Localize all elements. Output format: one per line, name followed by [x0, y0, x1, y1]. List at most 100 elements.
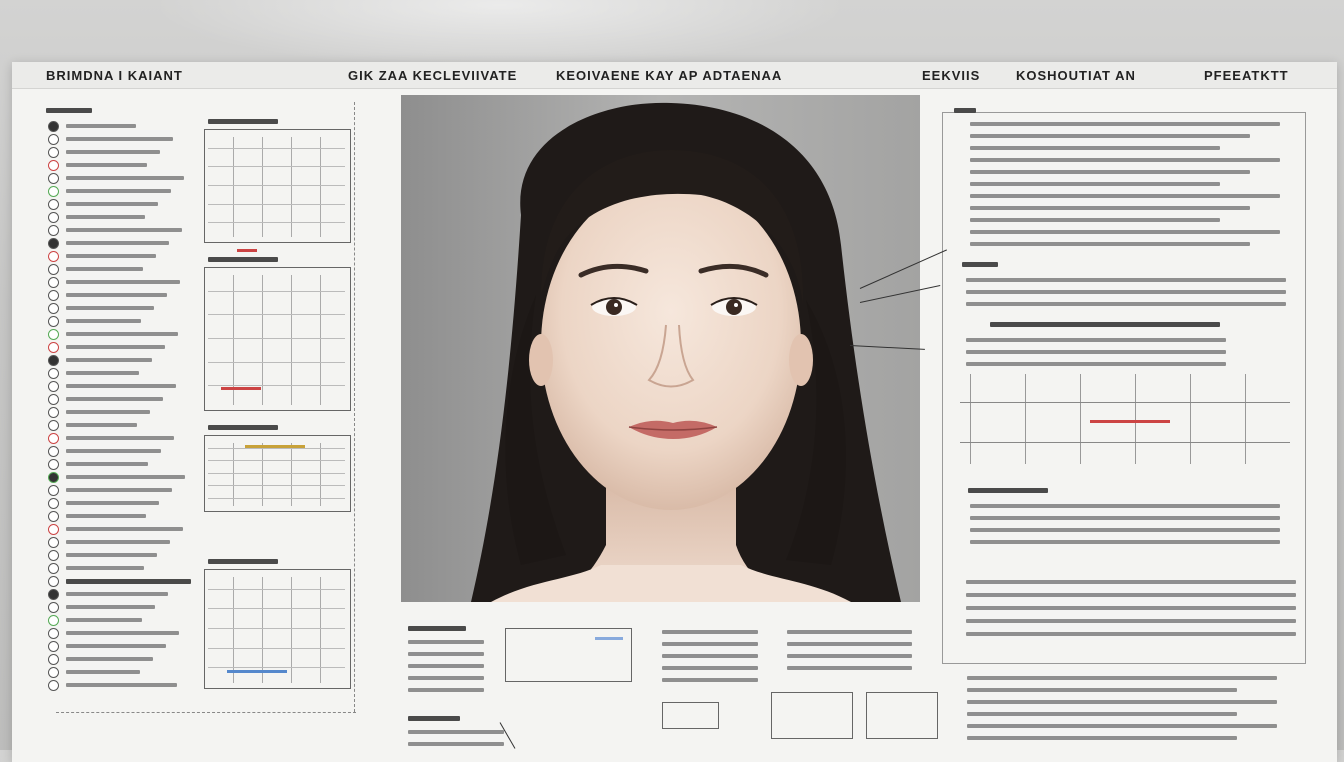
bullet-circle-icon: [48, 394, 59, 405]
chart-grid-line: [208, 497, 345, 499]
list-text-line: [66, 488, 172, 492]
bottom-text-line: [787, 666, 912, 670]
right-annotation-panel: [940, 102, 1306, 664]
list-text-line: [66, 410, 150, 414]
list-text-line: [66, 150, 160, 154]
panel-text-line: [966, 290, 1286, 294]
panel-grid-line: [960, 402, 1290, 403]
panel-text-line: [966, 278, 1286, 282]
list-text-line: [66, 670, 140, 674]
list-text-line: [66, 163, 147, 167]
chart-grid-line: [208, 338, 345, 339]
bullet-circle-icon: [48, 277, 59, 288]
bottom-text-line: [408, 652, 484, 656]
panel-heading-line: [962, 262, 998, 267]
bottom-text-line: [408, 688, 484, 692]
bottom-thumbnail-panel: [400, 612, 940, 752]
bottom-heading-line: [408, 716, 460, 721]
header-bar: BRIMDNA I KAIANT GIK ZAA KECLEVIIVATE KE…: [12, 62, 1337, 89]
list-text-line: [66, 527, 183, 531]
list-text-line: [66, 631, 179, 635]
bottom-text-line: [408, 640, 484, 644]
list-text-line: [66, 540, 170, 544]
panel-text-line: [970, 182, 1220, 186]
left-list-panel: [42, 102, 202, 702]
panel-heading-line: [968, 488, 1048, 493]
chart-title-line: [208, 559, 278, 564]
bullet-circle-icon: [48, 368, 59, 379]
header-title-left: BRIMDNA I KAIANT: [46, 68, 183, 83]
panel-text-line: [966, 632, 1296, 636]
chart-title-line: [208, 257, 278, 262]
list-text-line: [66, 137, 173, 141]
bullet-circle-icon: [48, 550, 59, 561]
panel-grid-line: [1080, 374, 1081, 464]
bullet-circle-icon: [48, 602, 59, 613]
chart-grid-line: [208, 361, 345, 363]
bullet-circle-icon: [48, 680, 59, 691]
bottom-right-text-line: [967, 724, 1277, 728]
bottom-text-line: [662, 642, 758, 646]
bullet-circle-icon: [48, 511, 59, 522]
list-text-line: [66, 644, 166, 648]
bullet-circle-icon: [48, 615, 59, 626]
bullet-circle-icon: [48, 212, 59, 223]
bullet-circle-icon: [48, 329, 59, 340]
list-text-line: [66, 280, 180, 284]
bullet-circle-icon: [48, 121, 59, 132]
panel-text-line: [970, 242, 1250, 246]
header-label-right-3: PFEEATKTT: [1204, 68, 1289, 83]
panel-text-line: [970, 528, 1280, 532]
list-text-line: [66, 306, 154, 310]
bottom-text-line: [787, 642, 912, 646]
list-text-line: [66, 436, 174, 440]
chart-grid-line: [208, 290, 345, 292]
bottom-text-line: [787, 654, 912, 658]
bullet-circle-icon: [48, 459, 59, 470]
panel-text-line: [966, 338, 1226, 342]
bullet-circle-icon: [48, 446, 59, 457]
chart-grid-line: [208, 314, 345, 316]
list-text-line: [66, 202, 158, 206]
panel-grid-line: [970, 374, 971, 464]
chart-grid-line: [208, 472, 345, 474]
bottom-thumbnail-box: [866, 692, 938, 739]
left-chart-panel: [197, 117, 357, 707]
chart-accent-mark: [237, 249, 257, 252]
panel-grid-line: [960, 442, 1290, 443]
bullet-circle-icon: [48, 654, 59, 665]
chart-grid-line: [208, 485, 345, 486]
bullet-circle-icon: [48, 290, 59, 301]
divider-left-bottom: [56, 712, 356, 713]
header-label-center-right: KEOIVAENE KAY AP ADTAENAA: [556, 68, 783, 83]
bullet-circle-icon: [48, 199, 59, 210]
chart-grid-line: [208, 588, 345, 590]
panel-text-line: [970, 158, 1280, 162]
bottom-text-line: [662, 666, 758, 670]
list-text-line: [66, 215, 145, 219]
list-text-line: [66, 384, 176, 388]
bottom-text-line: [662, 630, 758, 634]
panel-text-line: [966, 619, 1296, 623]
panel-text-line: [970, 146, 1220, 150]
light-glare: [150, 0, 850, 70]
bullet-circle-icon: [48, 420, 59, 431]
list-text-line: [66, 293, 167, 297]
list-text-line: [66, 254, 156, 258]
panel-grid-line: [1245, 374, 1246, 464]
chart-accent-mark: [221, 387, 261, 390]
bullet-circle-icon: [48, 173, 59, 184]
bullet-circle-icon: [48, 485, 59, 496]
panel-text-line: [970, 134, 1250, 138]
list-text-line: [66, 189, 171, 193]
panel-text-line: [966, 302, 1286, 306]
panel-text-line: [970, 122, 1280, 126]
list-text-line: [66, 397, 163, 401]
bottom-right-text-line: [967, 676, 1277, 680]
bullet-circle-icon: [48, 381, 59, 392]
bottom-right-text-panel: [957, 672, 1297, 752]
bullet-circle-icon: [48, 251, 59, 262]
bottom-text-line: [408, 676, 484, 680]
panel-text-line: [970, 504, 1280, 508]
bullet-circle-icon: [48, 342, 59, 353]
